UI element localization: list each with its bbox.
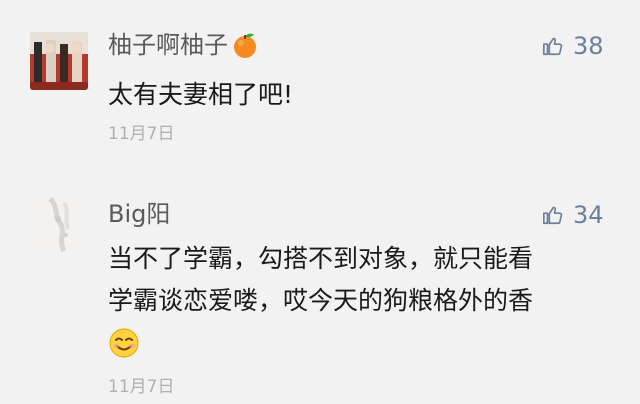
comment-date: 11月7日 — [108, 377, 175, 397]
comment-text-line: 太有夫妻相了吧! — [108, 80, 294, 109]
comment-date: 11月7日 — [108, 124, 175, 144]
username[interactable]: Big阳 — [108, 199, 170, 229]
comment-item: Big阳 34 当不了学霸，勾搭不到对象，就只能看 学霸谈恋爱喽，哎今天的狗粮格… — [0, 175, 640, 404]
comment-text-line: 学霸谈恋爱喽，哎今天的狗粮格外的香 — [108, 286, 534, 315]
username-text[interactable]: 柚子啊柚子 — [108, 30, 228, 60]
smile-emoji-icon — [109, 328, 139, 358]
comment-emoji-line — [108, 322, 608, 364]
avatar[interactable] — [30, 32, 88, 90]
comment-text: 当不了学霸，勾搭不到对象，就只能看 学霸谈恋爱喽，哎今天的狗粮格外的香 — [108, 238, 608, 364]
username[interactable]: 柚子啊柚子 — [108, 30, 259, 60]
like-button[interactable]: 34 — [542, 200, 604, 230]
orange-icon — [234, 33, 256, 58]
comment-text-line: 当不了学霸，勾搭不到对象，就只能看 — [108, 244, 534, 273]
username-text[interactable]: Big阳 — [108, 199, 170, 229]
comment-text: 太有夫妻相了吧! — [108, 74, 608, 116]
comment-item: 柚子啊柚子 38 太有夫妻相了吧! 11月7日 — [0, 0, 640, 175]
like-count: 34 — [573, 201, 604, 229]
thumbs-up-icon — [543, 206, 563, 225]
like-button[interactable]: 38 — [542, 31, 604, 61]
like-count: 38 — [573, 32, 604, 60]
thumbs-up-icon — [543, 37, 563, 56]
avatar[interactable] — [30, 195, 88, 253]
